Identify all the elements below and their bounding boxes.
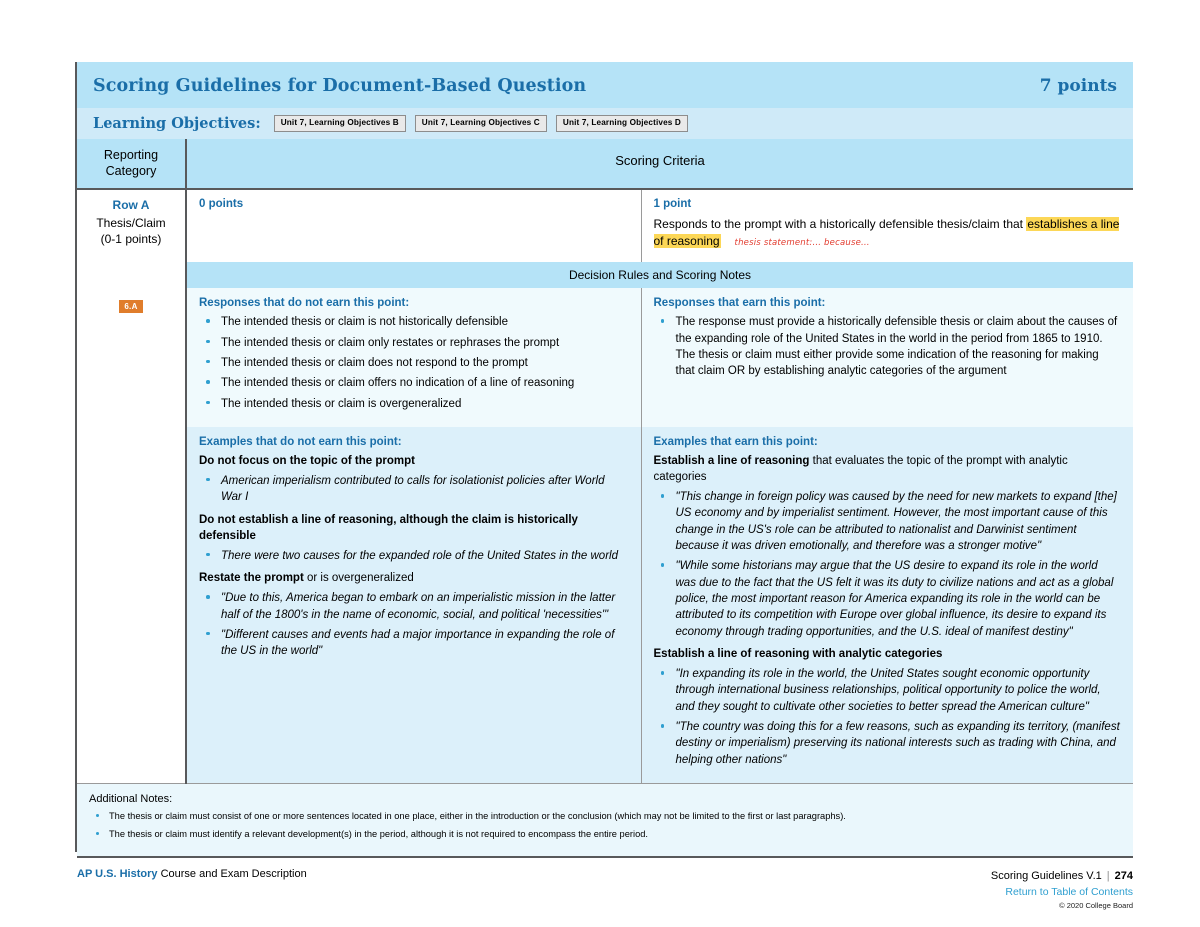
subhead-bold: Establish a line of reasoning with analy… xyxy=(653,648,943,661)
examples-left-list-3: "Due to this, America began to embark on… xyxy=(199,590,629,659)
examples-left-list-2: There were two causes for the expanded r… xyxy=(199,548,629,564)
footer-course-text: Course and Exam Description xyxy=(160,868,307,880)
examples-left-subhead-2: Do not establish a line of reasoning, al… xyxy=(199,512,629,544)
page-footer: AP U.S. History Course and Exam Descript… xyxy=(77,868,1133,912)
points-row: Row A Thesis/Claim (0-1 points) 6.A 0 po… xyxy=(77,189,1133,784)
footer-copyright: © 2020 College Board xyxy=(1059,901,1133,911)
additional-notes-heading: Additional Notes: xyxy=(89,793,173,806)
decision-rules-bar: Decision Rules and Scoring Notes xyxy=(186,262,1133,289)
examples-row: Examples that do not earn this point: Do… xyxy=(77,426,1133,784)
total-points: 7 points xyxy=(1039,76,1117,96)
list-item: "This change in foreign policy was cause… xyxy=(654,489,1122,554)
list-item: "The country was doing this for a few re… xyxy=(654,719,1122,768)
footer-course-brand: AP U.S. History xyxy=(77,868,158,880)
examples-right-list-2: "In expanding its role in the world, the… xyxy=(654,666,1122,768)
examples-right-heading: Examples that earn this point: xyxy=(653,435,818,448)
examples-left-cell: Examples that do not earn this point: Do… xyxy=(186,426,642,784)
learning-objective-badge-c[interactable]: Unit 7, Learning Objectives C xyxy=(414,115,547,132)
list-item: The intended thesis or claim offers no i… xyxy=(199,375,629,391)
list-item: The intended thesis or claim is not hist… xyxy=(199,314,629,330)
skill-badge: 6.A xyxy=(119,299,143,313)
list-item: "Different causes and events had a major… xyxy=(199,627,629,660)
list-item: The thesis or claim must identify a rele… xyxy=(89,828,1121,841)
additional-notes-row: Additional Notes: The thesis or claim mu… xyxy=(77,783,1133,859)
list-item: The intended thesis or claim is overgene… xyxy=(199,396,629,412)
scoring-table: Reporting Category Scoring Criteria Row … xyxy=(77,139,1133,859)
examples-right-subhead-1: Establish a line of reasoning that evalu… xyxy=(654,453,1122,485)
scoring-guidelines-sheet: Scoring Guidelines for Document-Based Qu… xyxy=(77,62,1133,859)
subhead-bold: Restate the prompt xyxy=(199,572,304,585)
footer-doc-label: Scoring Guidelines V.1 xyxy=(990,870,1102,882)
list-item: "In expanding its role in the world, the… xyxy=(654,666,1122,715)
category-name: Thesis/Claim xyxy=(96,216,166,231)
additional-notes-list: The thesis or claim must consist of one … xyxy=(89,810,1121,841)
one-point-label: 1 point xyxy=(653,198,692,211)
return-to-toc-link[interactable]: Return to Table of Contents xyxy=(991,885,1133,901)
footer-course-info: AP U.S. History Course and Exam Descript… xyxy=(77,868,307,880)
category-row-label: Row A xyxy=(112,198,150,213)
subhead-bold: Establish a line of reasoning xyxy=(653,454,810,467)
subhead-regular: or is overgeneralized xyxy=(303,572,414,585)
examples-right-list-1: "This change in foreign policy was cause… xyxy=(654,489,1122,640)
subhead-bold: Do not establish a line of reasoning, al… xyxy=(199,513,578,542)
additional-notes-cell: Additional Notes: The thesis or claim mu… xyxy=(77,783,1133,859)
examples-left-subhead-3: Restate the prompt or is overgeneralized xyxy=(199,570,629,586)
reporting-category-header: Reporting Category xyxy=(77,139,187,191)
list-item: American imperialism contributed to call… xyxy=(199,473,629,506)
footer-page-number: 274 xyxy=(1114,870,1133,882)
list-item: The intended thesis or claim does not re… xyxy=(199,355,629,371)
zero-points-label: 0 points xyxy=(199,198,244,211)
scoring-guidelines-page: Scoring Guidelines for Document-Based Qu… xyxy=(0,0,1200,927)
subhead-bold: Do not focus on the topic of the prompt xyxy=(199,454,415,467)
rules-left-heading: Responses that do not earn this point: xyxy=(199,297,410,310)
table-header-row: Reporting Category Scoring Criteria xyxy=(77,139,1133,191)
zero-points-cell: 0 points xyxy=(186,189,642,263)
rules-right-cell: Responses that earn this point: The resp… xyxy=(641,288,1133,427)
list-item: The response must provide a historically… xyxy=(654,314,1122,379)
list-item: "Due to this, America began to embark on… xyxy=(199,590,629,623)
handwritten-annotation: thesis statement:... because... xyxy=(734,238,870,249)
page-title: Scoring Guidelines for Document-Based Qu… xyxy=(93,76,587,96)
learning-objectives-label: Learning Objectives: xyxy=(93,115,261,132)
scoring-criteria-header: Scoring Criteria xyxy=(186,139,1133,191)
examples-left-list-1: American imperialism contributed to call… xyxy=(199,473,629,506)
rules-row: Responses that do not earn this point: T… xyxy=(77,288,1133,427)
rules-right-list: The response must provide a historically… xyxy=(654,314,1122,379)
rules-right-heading: Responses that earn this point: xyxy=(653,297,826,310)
rules-left-list: The intended thesis or claim is not hist… xyxy=(199,314,629,412)
reporting-category-cell: Row A Thesis/Claim (0-1 points) 6.A xyxy=(77,189,187,784)
rules-left-cell: Responses that do not earn this point: T… xyxy=(186,288,642,427)
examples-right-subhead-2: Establish a line of reasoning with analy… xyxy=(654,646,1122,662)
examples-right-cell: Examples that earn this point: Establish… xyxy=(641,426,1133,784)
footer-meta: Scoring Guidelines V.1 | 274 Return to Tab… xyxy=(991,868,1133,912)
learning-objective-badge-d[interactable]: Unit 7, Learning Objectives D xyxy=(555,115,688,132)
one-point-cell: 1 point Responds to the prompt with a hi… xyxy=(641,189,1133,263)
list-item: There were two causes for the expanded r… xyxy=(199,548,629,564)
footer-separator: | xyxy=(1106,870,1110,882)
list-item: "While some historians may argue that th… xyxy=(654,558,1122,640)
one-point-text: Responds to the prompt with a historical… xyxy=(653,216,1124,250)
title-band: Scoring Guidelines for Document-Based Qu… xyxy=(77,62,1133,108)
list-item: The intended thesis or claim only restat… xyxy=(199,335,629,351)
decision-bar-row: Decision Rules and Scoring Notes xyxy=(77,262,1133,289)
examples-left-heading: Examples that do not earn this point: xyxy=(199,435,402,448)
footer-doc-line: Scoring Guidelines V.1 | 274 xyxy=(991,868,1133,885)
examples-left-subhead-1: Do not focus on the topic of the prompt xyxy=(199,453,629,469)
one-point-text-plain: Responds to the prompt with a historical… xyxy=(653,217,1027,232)
list-item: The thesis or claim must consist of one … xyxy=(89,810,1121,823)
learning-objective-badge-b[interactable]: Unit 7, Learning Objectives B xyxy=(273,115,406,132)
category-points: (0-1 points) xyxy=(100,232,162,247)
learning-objectives-band: Learning Objectives: Unit 7, Learning Ob… xyxy=(77,108,1133,139)
